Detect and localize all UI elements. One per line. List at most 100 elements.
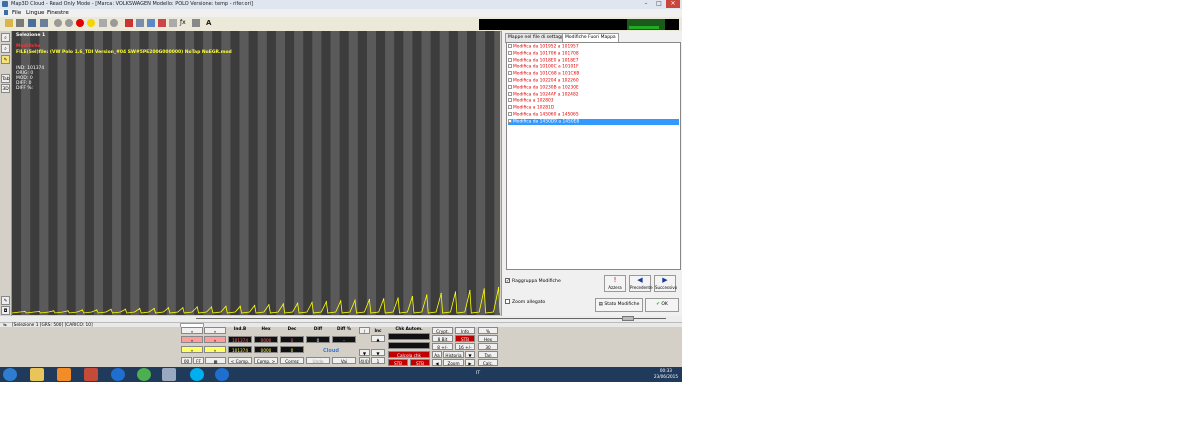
modification-item[interactable]: Modifica da 102204 a 102260 xyxy=(508,78,679,84)
fast-forward-button[interactable]: » xyxy=(204,327,226,334)
bit-toggle-button[interactable]: STB xyxy=(455,335,475,342)
modification-item[interactable]: Modifica da 101C68 a 101C6B xyxy=(508,71,679,77)
yellow-dot-icon[interactable] xyxy=(87,19,95,27)
open-icon[interactable] xyxy=(5,19,13,27)
modification-item[interactable]: Modifica da 101706 a 101708 xyxy=(508,50,679,57)
fill-00-button[interactable]: 00 xyxy=(181,357,192,364)
picker-icon[interactable]: ✎ xyxy=(1,296,10,305)
crypt-button[interactable]: Crypt. xyxy=(432,327,453,334)
mod-forward-button[interactable]: » xyxy=(204,346,226,353)
chart-icon[interactable] xyxy=(147,19,155,27)
zoom-left-button[interactable]: ◀ xyxy=(432,359,442,366)
start-button-icon[interactable] xyxy=(3,368,17,381)
save-icon[interactable] xyxy=(16,19,24,27)
fast-back-button[interactable]: « xyxy=(181,327,203,334)
modification-item[interactable]: Modifica da 1024AF a 102482 xyxy=(508,91,679,98)
step-value[interactable]: 4(4) xyxy=(359,357,370,364)
modification-item[interactable]: Modifica da 1018E0 a 1018E7 xyxy=(508,57,679,64)
modification-checkbox[interactable] xyxy=(508,64,512,69)
previous-button[interactable]: ◀ Precedente xyxy=(629,275,653,292)
calc-button[interactable]: Calc. xyxy=(478,359,498,366)
go-button[interactable]: Vai xyxy=(332,357,356,364)
modification-checkbox[interactable] xyxy=(508,112,512,116)
modification-item[interactable]: Modifica da 145060 a 145065 xyxy=(508,112,679,118)
modification-item[interactable]: Modifica da 1450D9 a 1450E8 xyxy=(508,118,679,125)
gray-dot-icon[interactable] xyxy=(54,19,62,27)
modification-checkbox[interactable] xyxy=(508,57,512,62)
internet-explorer-icon[interactable] xyxy=(111,368,125,381)
divide-button[interactable]: / xyxy=(359,327,370,334)
modification-checkbox[interactable] xyxy=(508,105,512,110)
menu-finestre[interactable]: Finestre xyxy=(47,10,69,16)
modification-item[interactable]: Modifica da 10100C a 10101F xyxy=(508,64,679,70)
modification-checkbox[interactable] xyxy=(508,44,512,48)
disk-icon[interactable] xyxy=(40,19,48,27)
group-mods-checkbox[interactable]: ✓ Raggruppa Modifiche xyxy=(505,278,561,284)
case-button[interactable]: Aa xyxy=(432,351,442,358)
zoom-in-icon[interactable]: ⌕ xyxy=(1,33,10,42)
hex-graph-view[interactable] xyxy=(12,31,500,315)
calc-chk-button[interactable]: Calcola chk xyxy=(388,351,430,358)
cloud-label[interactable]: Cloud xyxy=(306,348,356,355)
view-button[interactable]: ▦ xyxy=(205,357,226,364)
internet-explorer-icon[interactable] xyxy=(215,368,229,381)
pencil-icon[interactable]: ✎ xyxy=(1,55,10,64)
history-button[interactable]: Historia xyxy=(443,351,464,358)
save-as-icon[interactable] xyxy=(28,19,36,27)
info-button[interactable]: Info xyxy=(455,327,475,334)
zoom-right-button[interactable]: ▶ xyxy=(465,359,475,366)
inc-up-button[interactable]: ▲ xyxy=(371,335,385,342)
signed16-button[interactable]: 16 +/- xyxy=(455,343,475,350)
menu-file[interactable]: File xyxy=(12,10,21,16)
zoom-button[interactable]: Zoom xyxy=(443,359,464,366)
tan-button[interactable]: Tan xyxy=(478,351,498,358)
modification-checkbox[interactable] xyxy=(508,50,512,55)
language-indicator[interactable]: IT xyxy=(476,371,480,376)
menu-lingue[interactable]: Lingue xyxy=(26,10,44,16)
mod-back-button[interactable]: « xyxy=(181,346,203,353)
grid-icon[interactable] xyxy=(99,19,107,27)
orig-forward-button[interactable]: » xyxy=(204,336,226,343)
modification-checkbox[interactable] xyxy=(508,98,512,103)
status-mods-button[interactable]: ▤ Stato Modifiche xyxy=(595,298,643,312)
chrome-icon[interactable] xyxy=(137,368,151,381)
tab-view-button[interactable]: Tab xyxy=(1,74,10,83)
zoom-out-icon[interactable]: ⌕ xyxy=(1,44,10,53)
text-tool-icon[interactable]: A xyxy=(206,19,214,27)
zoom-linked-checkbox[interactable]: Zoom allegato xyxy=(505,299,545,305)
compare-icon[interactable] xyxy=(136,19,144,27)
layers-icon[interactable] xyxy=(169,19,177,27)
scroll-thumb[interactable] xyxy=(622,316,634,321)
ok-button[interactable]: ✔ OK xyxy=(645,298,679,312)
maximize-button[interactable]: □ xyxy=(653,0,665,8)
3d-view-button[interactable]: 3D xyxy=(1,84,10,93)
edit-icon[interactable] xyxy=(192,19,200,27)
step-one[interactable]: 1 xyxy=(371,357,385,364)
next-button[interactable]: ▶ Successivo xyxy=(654,275,677,292)
percent-button[interactable]: % xyxy=(478,327,498,334)
app-icon-1[interactable] xyxy=(84,368,98,381)
close-button[interactable]: ✕ xyxy=(666,0,680,8)
chk-right-button[interactable]: STB xyxy=(410,359,430,366)
gray-dot-icon[interactable] xyxy=(110,19,118,27)
skype-icon[interactable] xyxy=(190,368,204,381)
step-down-button[interactable]: ▼ xyxy=(359,349,370,356)
inc-down-button[interactable]: ▼ xyxy=(371,349,385,356)
correct-button[interactable]: Correz xyxy=(280,357,304,364)
modification-checkbox[interactable] xyxy=(508,78,512,82)
signed8-button[interactable]: 8 +/- xyxy=(432,343,453,350)
media-player-icon[interactable] xyxy=(57,368,71,381)
modifications-list[interactable]: Modifica da 101952 a 101957 Modifica da 1… xyxy=(506,42,681,270)
modification-checkbox[interactable] xyxy=(508,118,512,123)
car-icon[interactable] xyxy=(125,19,133,27)
reset-button[interactable]: ! Azzera xyxy=(604,275,626,292)
modification-checkbox[interactable] xyxy=(508,91,512,96)
modification-item[interactable]: Modifica a 10281D xyxy=(508,105,679,111)
minimize-button[interactable]: – xyxy=(640,0,652,8)
modification-item[interactable]: Modifica da 10230B a 10230E xyxy=(508,84,679,91)
history-arrow-button[interactable]: ▼ xyxy=(465,351,475,358)
hex-button[interactable]: Hex xyxy=(478,335,498,342)
lock-icon[interactable]: ◘ xyxy=(1,306,10,315)
modification-item[interactable]: Modifica a 102803 xyxy=(508,98,679,104)
orig-back-button[interactable]: « xyxy=(181,336,203,343)
